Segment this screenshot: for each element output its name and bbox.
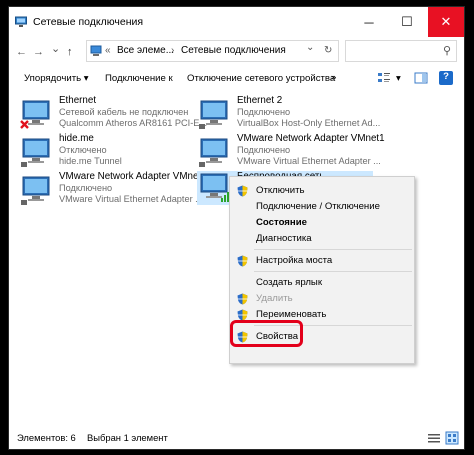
menu-item-label: Состояние (256, 217, 307, 228)
connection-name: VMware Network Adapter VMnet8 (59, 171, 207, 182)
menu-item-diagnostics[interactable]: Диагностика (230, 231, 414, 247)
organize-label: Упорядочить (24, 73, 82, 84)
item-count: Элементов: 6 (17, 432, 76, 443)
selection-count: Выбран 1 элемент (87, 432, 168, 443)
chevron-down-icon: ▾ (83, 73, 89, 84)
monitor-network-icon (199, 100, 228, 129)
menu-item-label: Отключить (256, 185, 305, 196)
uac-shield-icon (237, 185, 248, 197)
preview-pane-icon[interactable] (414, 71, 428, 85)
connection-status: Отключено (59, 145, 107, 155)
status-bar: Элементов: 6 Выбран 1 элемент (9, 427, 464, 449)
recent-locations-dropdown[interactable]: ⌄ (51, 42, 60, 55)
back-button[interactable]: ← (16, 46, 27, 58)
uac-shield-icon (237, 255, 248, 267)
connection-vmnet8[interactable]: VMware Network Adapter VMnet8 Подключено… (19, 171, 207, 215)
monitor-network-icon (21, 176, 50, 205)
minimize-button[interactable]: ─ (352, 7, 386, 37)
breadcrumb-overflow[interactable]: « (105, 45, 111, 56)
connection-status: Сетевой кабель не подключен (59, 107, 189, 117)
menu-item-label: Подключение / Отключение (256, 201, 380, 212)
refresh-button[interactable]: ↻ (324, 45, 332, 56)
properties-highlight (230, 320, 303, 347)
command-bar: Упорядочить ▾ Подключение к Отключение с… (9, 67, 464, 92)
connection-status: Подключено (237, 145, 291, 155)
up-button[interactable]: ↑ (67, 46, 73, 58)
help-button[interactable]: ? (439, 71, 453, 85)
uac-shield-icon (237, 293, 248, 305)
search-icon: ⚲ (442, 45, 451, 57)
menu-item-label: Диагностика (256, 233, 312, 244)
view-options-arrow[interactable]: ▾ (396, 73, 401, 84)
menu-item-disable[interactable]: Отключить (230, 183, 414, 199)
connection-adapter: VMware Virtual Ethernet Adapter ... (237, 156, 381, 166)
network-folder-icon (15, 16, 27, 27)
monitor-wireless-icon (200, 173, 229, 202)
menu-item-label: Переименовать (256, 309, 327, 320)
large-icons-view-icon[interactable] (445, 431, 459, 445)
address-bar[interactable]: « Все элеме... › Сетевые подключения ⌄ ↻ (86, 40, 339, 62)
window-title: Сетевые подключения (33, 16, 144, 28)
monitor-network-icon (21, 138, 50, 167)
menu-item-create-shortcut[interactable]: Создать ярлык (230, 275, 414, 291)
address-dropdown[interactable]: ⌄ (306, 42, 314, 53)
menu-item-label: Настройка моста (256, 255, 333, 266)
organize-menu[interactable]: Упорядочить ▾ (24, 73, 89, 84)
connection-name: hide.me (59, 133, 94, 144)
connection-status: Подключено (237, 107, 291, 117)
menu-item-label: Удалить (256, 293, 293, 304)
navigation-bar: ← → ⌄ ↑ « Все элеме... › Сетевые подключ… (9, 37, 464, 67)
connection-adapter: hide.me Tunnel (59, 156, 122, 166)
network-connections-window: Сетевые подключения ─ ☐ ✕ ← → ⌄ ↑ « Все … (8, 6, 465, 450)
search-input[interactable]: ⚲ (345, 40, 457, 62)
menu-separator (254, 271, 412, 272)
breadcrumb-network-connections[interactable]: Сетевые подключения (181, 45, 286, 56)
title-bar[interactable]: Сетевые подключения ─ ☐ ✕ (9, 7, 464, 37)
breadcrumb-arrow-icon[interactable]: › (171, 45, 174, 56)
monitor-disconnected-icon (20, 100, 50, 129)
monitor-network-icon (199, 138, 228, 167)
maximize-button[interactable]: ☐ (390, 7, 424, 37)
connect-to-button[interactable]: Подключение к (105, 73, 173, 84)
change-view-icon[interactable] (377, 71, 391, 85)
connection-status: Подключено (59, 183, 113, 193)
menu-item-connect-disconnect[interactable]: Подключение / Отключение (230, 199, 414, 215)
details-view-icon[interactable] (427, 431, 441, 445)
menu-item-bridge[interactable]: Настройка моста (230, 253, 414, 269)
connection-adapter: VirtualBox Host-Only Ethernet Ad... (237, 118, 381, 128)
close-button[interactable]: ✕ (428, 7, 464, 37)
connection-name: VMware Network Adapter VMnet1 (237, 133, 385, 144)
disable-device-button[interactable]: Отключение сетевого устройства (187, 73, 335, 84)
connection-adapter: VMware Virtual Ethernet Adapter ... (59, 194, 203, 204)
menu-item-status[interactable]: Состояние (230, 215, 414, 231)
control-panel-icon (90, 45, 102, 56)
connection-name: Ethernet (59, 95, 97, 106)
breadcrumb-all-elements[interactable]: Все элеме... (117, 45, 174, 56)
connection-name: Ethernet 2 (237, 95, 283, 106)
forward-button[interactable]: → (33, 46, 44, 58)
menu-item-delete[interactable]: Удалить (230, 291, 414, 307)
connection-adapter: Qualcomm Atheros AR8161 PCI-E... (59, 118, 208, 128)
menu-item-label: Создать ярлык (256, 277, 323, 288)
more-commands-button[interactable]: » (331, 72, 336, 83)
menu-separator (254, 249, 412, 250)
